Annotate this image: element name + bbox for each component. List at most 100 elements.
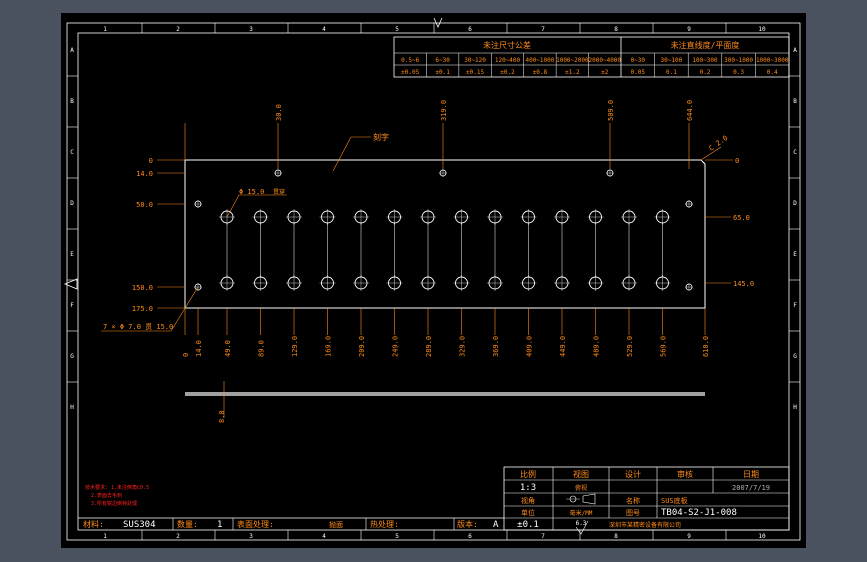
date-value: 2007/7/19	[732, 484, 770, 492]
col-mark: 4	[322, 533, 326, 540]
bottom-dim-label: 369.0	[492, 336, 500, 357]
note-2: 2.表面去毛刺	[91, 492, 122, 499]
top-dim-label: 30.0	[275, 104, 283, 121]
tolerance-table: 未注尺寸公差 未注直线度/平面度 0.5~6 ±0.05 6~30 ±0.1 30~12…	[393, 36, 790, 78]
view-value: 俯视	[575, 484, 587, 492]
col-mark: 7	[541, 533, 545, 540]
right-dim-label: 65.0	[733, 214, 750, 222]
row-mark: D	[793, 200, 797, 207]
heat-label: 热处理:	[370, 519, 399, 529]
bottom-dim-label: 610.0	[702, 336, 710, 357]
right-dim-label: 145.0	[733, 280, 754, 288]
unit-value: 毫米/MM	[570, 509, 593, 517]
col-mark: 3	[249, 26, 253, 33]
col-mark: 9	[687, 26, 691, 33]
tol-flat-range: 300~1000	[724, 57, 753, 64]
unit-label: 单位	[521, 508, 535, 517]
hdr-design: 设计	[625, 469, 641, 479]
tol-linear-range: 1000~2000	[556, 57, 589, 64]
row-mark: C	[793, 149, 797, 156]
name-value: SUS底板	[661, 496, 688, 505]
tol-flat-range: 30~100	[661, 57, 683, 64]
hole-note-suffix: 贯穿	[273, 188, 285, 196]
surface-value: 抛面	[329, 520, 343, 529]
row-mark: G	[793, 353, 797, 360]
material-label: 材料:	[83, 519, 104, 529]
tol-linear-value: ±0.1	[435, 69, 450, 76]
qty-value: 1	[217, 520, 222, 530]
left-dim-label: 14.0	[136, 170, 153, 178]
tol-linear-value: ±1.2	[565, 69, 580, 76]
tol-linear-range: 400~1000	[525, 57, 554, 64]
projection-label: 视角	[521, 496, 535, 505]
row-mark: A	[70, 47, 74, 54]
col-mark: 1	[103, 533, 107, 540]
plate-outline	[184, 159, 706, 309]
engrave-label: 刻字	[373, 132, 389, 142]
bottom-dim-label: 169.0	[325, 336, 333, 357]
col-mark: 5	[395, 26, 399, 33]
row-mark: C	[70, 149, 74, 156]
hdr-scale: 比例	[520, 469, 536, 479]
col-mark: 10	[758, 533, 766, 540]
left-dim-label: 0	[149, 157, 153, 165]
tol-linear-value: ±0.15	[466, 69, 484, 76]
hdr-check: 审核	[677, 469, 693, 479]
material-value: SUS304	[123, 520, 156, 530]
general-tol: ±0.1	[517, 520, 539, 530]
name-label: 名称	[626, 496, 640, 505]
bottom-dim-label: 489.0	[593, 336, 601, 357]
row-mark: E	[793, 251, 797, 258]
surface-label: 表面处理:	[237, 519, 274, 529]
row-mark: F	[70, 302, 74, 309]
tol-linear-range: 6~30	[435, 57, 450, 64]
edge-dim-label: 0	[735, 157, 739, 165]
drawing-sheet: 1 1 2 2 3 3 4 4 5 5 6 6 7 7 8 8 9 9 10 10 A A B B C C D D E E F F G G H H 未…	[61, 13, 806, 548]
bottom-dim-label: 129.0	[291, 336, 299, 357]
row-mark: H	[70, 404, 74, 411]
row-mark: F	[793, 302, 797, 309]
row-mark: E	[70, 251, 74, 258]
row-mark: B	[793, 98, 797, 105]
col-mark: 2	[176, 26, 180, 33]
tol-linear-value: ±2	[601, 69, 609, 76]
projection-symbol-icon	[566, 493, 596, 505]
top-dim-label: 319.0	[440, 100, 448, 121]
tol-linear-value: ±0.2	[500, 69, 515, 76]
tol-flat-range: 1000~3000	[756, 57, 789, 64]
tol-linear-range: 0.5~6	[401, 57, 419, 64]
row-mark: G	[70, 353, 74, 360]
tol-linear-value: ±0.8	[533, 69, 548, 76]
tol-flat-value: 0.2	[700, 69, 711, 76]
company: 深圳市某精密设备有限公司	[609, 521, 681, 529]
cad-viewport[interactable]: 1 1 2 2 3 3 4 4 5 5 6 6 7 7 8 8 9 9 10 10 A A B B C C D D E E F F G G H H 未…	[0, 0, 867, 562]
chamfer-label: C 2.0	[708, 134, 730, 153]
bottom-dim-label: 14.0	[195, 340, 203, 357]
row-mark: B	[70, 98, 74, 105]
thickness-dim: 8.0	[218, 410, 226, 423]
hole-note: Φ 15.0	[239, 188, 264, 196]
tol-linear-value: ±0.05	[401, 69, 419, 76]
tol-flat-value: 0.4	[767, 69, 778, 76]
technical-notes: 技术要求: 1.未注倒角C0.5 2.表面去毛刺 3.所有锐边倒钝处理	[85, 484, 149, 507]
bottom-dim-label: 449.0	[559, 336, 567, 357]
col-mark: 4	[322, 26, 326, 33]
bottom-dim-label: 409.0	[526, 336, 534, 357]
qty-label: 数量:	[177, 519, 198, 529]
bottom-dim-label: 329.0	[459, 336, 467, 357]
tol-flat-value: 0.3	[733, 69, 744, 76]
bottom-dim-label: 249.0	[392, 336, 400, 357]
tol-flat-value: 0.05	[631, 69, 646, 76]
col-mark: 5	[395, 533, 399, 540]
drawing-no-label: 图号	[626, 509, 640, 517]
hole-note-leader	[226, 194, 240, 218]
col-mark: 3	[249, 533, 253, 540]
col-mark: 1	[103, 26, 107, 33]
row-mark: A	[793, 47, 797, 54]
version-value: A	[493, 520, 499, 530]
left-dim-label: 150.0	[132, 284, 153, 292]
col-mark: 9	[687, 533, 691, 540]
tol-flat-range: 100~300	[692, 57, 718, 64]
plate-top-view: 30.0 319.0 509.0 644.0 0 14.0 50.0 150.0 175.0 0 1…	[101, 100, 754, 357]
col-mark: 6	[468, 533, 472, 540]
